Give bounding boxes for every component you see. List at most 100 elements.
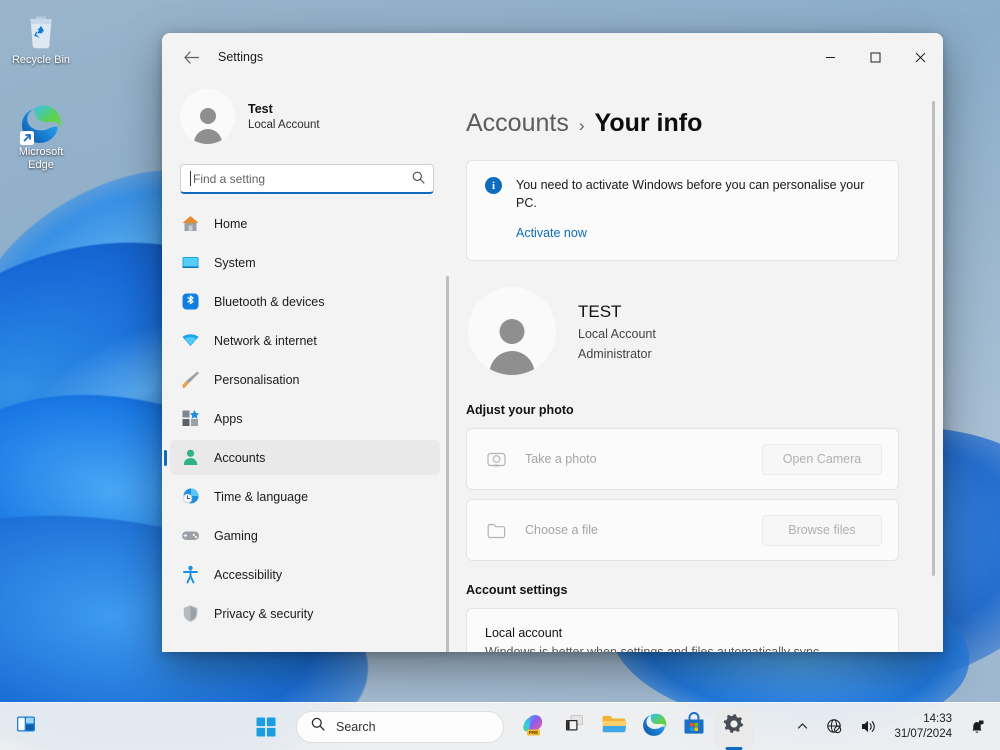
widgets-icon bbox=[15, 713, 37, 740]
search-icon bbox=[412, 171, 425, 187]
accounts-icon bbox=[180, 448, 200, 468]
text-caret bbox=[190, 171, 191, 186]
minimize-button[interactable] bbox=[808, 33, 853, 81]
taskbar: Search PRE 14:33 31/07/2024 bbox=[0, 702, 1000, 750]
network-disconnected-icon[interactable] bbox=[819, 709, 850, 745]
user-name: TEST bbox=[578, 301, 622, 321]
activation-message: You need to activate Windows before you … bbox=[516, 178, 865, 210]
chevron-right-icon: › bbox=[578, 116, 585, 135]
account-type: Local Account bbox=[248, 118, 320, 131]
sidebar-item-network-internet[interactable]: Network & internet bbox=[170, 323, 440, 358]
taskbar-app-settings[interactable] bbox=[714, 706, 754, 747]
clock-time: 14:33 bbox=[923, 712, 952, 725]
network-icon bbox=[180, 331, 200, 351]
taskbar-app-file-explorer[interactable] bbox=[594, 707, 634, 747]
sidebar-item-personalisation[interactable]: Personalisation bbox=[170, 362, 440, 397]
file-explorer-icon bbox=[601, 712, 627, 741]
sidebar-item-label: Apps bbox=[214, 411, 243, 426]
taskbar-app-task-view[interactable] bbox=[554, 707, 594, 747]
folder-icon bbox=[487, 522, 507, 539]
close-button[interactable] bbox=[898, 33, 943, 81]
settings-window: Settings Test Local Account Find a setti… bbox=[162, 33, 943, 652]
accessibility-icon bbox=[180, 565, 200, 585]
sidebar-item-label: Privacy & security bbox=[214, 606, 314, 621]
sidebar-item-bluetooth-devices[interactable]: Bluetooth & devices bbox=[170, 284, 440, 319]
row-label: Choose a file bbox=[525, 523, 598, 537]
sidebar-item-label: Time & language bbox=[214, 489, 309, 504]
sidebar-item-time-language[interactable]: Time & language bbox=[170, 479, 440, 514]
volume-icon[interactable] bbox=[853, 709, 884, 745]
choose-a-file-row[interactable]: Choose a file Browse files bbox=[466, 499, 899, 561]
adjust-photo-heading: Adjust your photo bbox=[466, 403, 574, 417]
desktop-icon-microsoft-edge[interactable]: Microsoft Edge bbox=[2, 100, 80, 172]
microsoft-edge-icon bbox=[2, 100, 80, 146]
gaming-icon bbox=[180, 526, 200, 546]
sidebar-item-label: Accounts bbox=[214, 450, 266, 465]
taskbar-app-microsoft-store[interactable] bbox=[674, 707, 714, 747]
taskbar-clock[interactable]: 14:33 31/07/2024 bbox=[887, 712, 959, 742]
local-account-card[interactable]: Local account Windows is better when set… bbox=[466, 608, 899, 652]
local-account-description: Windows is better when settings and file… bbox=[485, 645, 820, 652]
avatar bbox=[180, 89, 235, 144]
avatar bbox=[468, 287, 556, 375]
notification-bell-icon[interactable] bbox=[962, 709, 992, 745]
sidebar-item-accessibility[interactable]: Accessibility bbox=[170, 557, 440, 592]
sidebar-item-apps[interactable]: Apps bbox=[170, 401, 440, 436]
activate-now-link[interactable]: Activate now bbox=[516, 226, 587, 240]
search-icon bbox=[311, 717, 325, 736]
sidebar-scrollbar[interactable] bbox=[446, 276, 449, 652]
task-view-icon bbox=[562, 712, 586, 741]
window-controls bbox=[808, 33, 943, 81]
account-settings-heading: Account settings bbox=[466, 583, 568, 597]
apps-icon bbox=[180, 409, 200, 429]
sidebar-item-home[interactable]: Home bbox=[170, 206, 440, 241]
row-label: Take a photo bbox=[525, 452, 597, 466]
sidebar-item-label: Gaming bbox=[214, 528, 258, 543]
taskbar-app-copilot[interactable]: PRE bbox=[514, 707, 554, 747]
content-scrollbar[interactable] bbox=[932, 101, 935, 576]
maximize-button[interactable] bbox=[853, 33, 898, 81]
taskbar-search-box[interactable]: Search bbox=[296, 710, 504, 743]
system-tray: 14:33 31/07/2024 bbox=[789, 709, 992, 745]
privacy-security-icon bbox=[180, 604, 200, 624]
desktop-icon-label: Recycle Bin bbox=[11, 54, 71, 66]
user-role: Administrator bbox=[578, 346, 652, 361]
taskbar-app-microsoft-edge[interactable] bbox=[634, 707, 674, 747]
bluetooth-icon bbox=[180, 292, 200, 312]
widgets-button[interactable] bbox=[8, 709, 44, 745]
sidebar-item-privacy-security[interactable]: Privacy & security bbox=[170, 596, 440, 631]
home-icon bbox=[180, 214, 200, 234]
settings-gear-icon bbox=[722, 712, 746, 741]
sidebar-item-label: Bluetooth & devices bbox=[214, 294, 325, 309]
breadcrumb-parent[interactable]: Accounts bbox=[466, 109, 569, 138]
personalisation-icon bbox=[180, 370, 200, 390]
desktop-icon-recycle-bin[interactable]: Recycle Bin bbox=[2, 8, 80, 67]
taskbar-search-label: Search bbox=[336, 719, 376, 734]
search-box[interactable] bbox=[180, 164, 434, 194]
sidebar-item-system[interactable]: System bbox=[170, 245, 440, 280]
back-button[interactable] bbox=[174, 41, 208, 73]
sidebar-item-accounts[interactable]: Accounts bbox=[170, 440, 440, 475]
local-account-title: Local account bbox=[485, 626, 563, 640]
breadcrumb: Accounts › Your info bbox=[466, 109, 899, 138]
taskbar-center-group: Search PRE bbox=[246, 706, 754, 747]
copilot-icon: PRE bbox=[521, 711, 547, 742]
svg-text:PRE: PRE bbox=[529, 730, 538, 735]
sidebar: Test Local Account Ho bbox=[162, 81, 450, 652]
start-button[interactable] bbox=[246, 707, 286, 747]
sidebar-account-card[interactable]: Test Local Account bbox=[162, 81, 450, 154]
window-titlebar: Settings bbox=[162, 33, 943, 81]
desktop-icon-label: Edge bbox=[28, 159, 54, 171]
take-a-photo-row[interactable]: Take a photo Open Camera bbox=[466, 428, 899, 490]
window-title: Settings bbox=[218, 50, 264, 64]
microsoft-edge-icon bbox=[642, 712, 667, 742]
browse-files-button[interactable]: Browse files bbox=[762, 514, 882, 546]
sidebar-item-gaming[interactable]: Gaming bbox=[170, 518, 440, 553]
open-camera-button[interactable]: Open Camera bbox=[762, 443, 882, 475]
desktop-icon-label: Microsoft bbox=[18, 146, 64, 158]
time-language-icon bbox=[180, 487, 200, 507]
search-input[interactable] bbox=[191, 171, 412, 186]
show-hidden-icons-button[interactable] bbox=[789, 709, 816, 745]
recycle-bin-icon bbox=[2, 8, 80, 54]
user-account-type: Local Account bbox=[578, 326, 656, 341]
